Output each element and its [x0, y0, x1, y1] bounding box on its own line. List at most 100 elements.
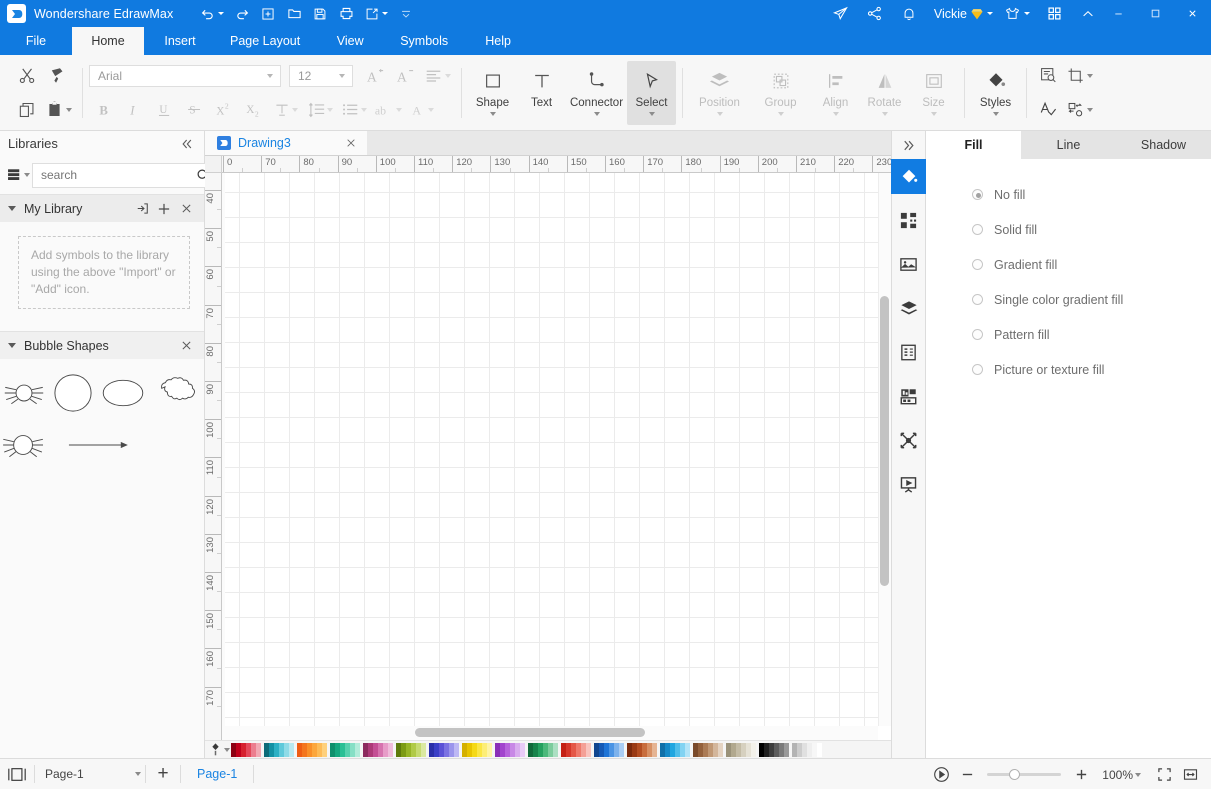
strikethrough-button[interactable]: S	[179, 96, 209, 124]
tab-shadow[interactable]: Shadow	[1116, 131, 1211, 159]
document-tab-drawing3[interactable]: Drawing3	[205, 131, 367, 155]
underline-button[interactable]: U	[149, 96, 179, 124]
decrease-font-size-button[interactable]: A	[391, 62, 421, 90]
group-tool[interactable]: Group	[750, 61, 811, 125]
bullet-list-button[interactable]	[337, 96, 371, 124]
import-symbols-button[interactable]	[131, 198, 153, 220]
zoom-slider-handle[interactable]	[1009, 769, 1021, 780]
fill-option-single-color-gradient-fill[interactable]: Single color gradient fill	[972, 282, 1211, 317]
increase-font-size-button[interactable]: A	[361, 62, 391, 90]
new-button[interactable]	[255, 3, 281, 25]
share-nodes-icon[interactable]	[858, 0, 892, 27]
select-tool[interactable]: Select	[627, 60, 676, 125]
radio-button[interactable]	[972, 259, 983, 270]
fill-option-no-fill[interactable]: No fill	[972, 177, 1211, 212]
canvas-grid[interactable]	[222, 173, 891, 726]
position-tool[interactable]: Position	[689, 61, 750, 125]
grid-apps-icon[interactable]	[1037, 0, 1071, 27]
theme-menu[interactable]	[997, 0, 1037, 27]
menu-tab-page-layout[interactable]: Page Layout	[216, 27, 314, 55]
crop-button[interactable]	[1063, 62, 1097, 90]
close-tab-button[interactable]	[343, 135, 359, 151]
connector-tool[interactable]: Connector	[566, 61, 627, 125]
menu-tab-help[interactable]: Help	[462, 27, 534, 55]
fill-option-pattern-fill[interactable]: Pattern fill	[972, 317, 1211, 352]
color-swatch-strip[interactable]	[231, 742, 891, 757]
horizontal-scrollbar-thumb[interactable]	[415, 728, 645, 737]
shape-burst-bubble-small[interactable]	[0, 378, 48, 408]
redo-button[interactable]	[229, 3, 255, 25]
paste-button[interactable]	[42, 96, 76, 124]
menu-tab-insert[interactable]: Insert	[144, 27, 216, 55]
bold-button[interactable]: B	[89, 96, 119, 124]
page-tab-page-1[interactable]: Page-1	[181, 759, 253, 789]
ruler-corner[interactable]	[205, 156, 222, 173]
text-case-button[interactable]: ab	[371, 96, 405, 124]
shape-burst-bubble-large[interactable]	[0, 429, 48, 461]
rail-presentation[interactable]	[891, 467, 926, 502]
close-library-button[interactable]	[175, 335, 197, 357]
customize-qat-button[interactable]	[393, 3, 419, 25]
text-vertical-align-button[interactable]	[269, 96, 303, 124]
rail-layers[interactable]	[891, 291, 926, 326]
color-dropper-icon[interactable]	[207, 741, 231, 759]
rail-quick-shapes[interactable]	[891, 203, 926, 238]
open-button[interactable]	[281, 3, 307, 25]
line-spacing-button[interactable]	[303, 96, 337, 124]
spell-check-button[interactable]	[1033, 96, 1063, 124]
library-section-bubble-shapes[interactable]: Bubble Shapes	[0, 331, 204, 359]
menu-tab-home[interactable]: Home	[72, 27, 144, 55]
user-menu[interactable]: Vickie	[926, 7, 997, 21]
library-section-my-library[interactable]: My Library	[0, 194, 204, 222]
tab-line[interactable]: Line	[1021, 131, 1116, 159]
search-input[interactable]	[41, 168, 196, 182]
chevron-down-icon[interactable]	[1135, 772, 1141, 777]
styles-tool[interactable]: Styles	[971, 61, 1020, 125]
menu-tab-view[interactable]: View	[314, 27, 386, 55]
shape-circle[interactable]	[48, 373, 98, 413]
replace-shape-button[interactable]	[1063, 96, 1097, 124]
size-tool[interactable]: Size	[909, 61, 958, 125]
font-size-combo[interactable]: 12	[289, 64, 353, 87]
horizontal-ruler[interactable]: 0 70 80 90 100 110 120 130 140 150 160 170 180 190 200…	[222, 156, 891, 173]
zoom-out-button[interactable]	[954, 759, 980, 789]
align-tool[interactable]: Align	[811, 61, 860, 125]
subscript-button[interactable]: X2	[239, 96, 269, 124]
italic-button[interactable]: I	[119, 96, 149, 124]
chevron-down-icon[interactable]	[334, 66, 350, 86]
drawing-canvas[interactable]: 0 70 80 90 100 110 120 130 140 150 160 170 180 190 200…	[205, 156, 891, 740]
zoom-slider[interactable]	[987, 769, 1062, 780]
fill-option-picture-or-texture-fill[interactable]: Picture or texture fill	[972, 352, 1211, 387]
panel-layout-icon[interactable]	[0, 759, 34, 789]
vertical-scrollbar-thumb[interactable]	[880, 296, 889, 586]
library-drawer-icon[interactable]	[6, 163, 30, 187]
vertical-ruler[interactable]: 40 50 60 70 80 90 100 110 120 130 140 150 160 170	[205, 173, 222, 740]
rail-connector-style[interactable]	[891, 423, 926, 458]
close-button[interactable]	[1174, 0, 1211, 27]
shape-tool[interactable]: Shape	[468, 61, 517, 125]
rail-page-setup[interactable]	[891, 335, 926, 370]
minimize-button[interactable]	[1100, 0, 1137, 27]
cut-button[interactable]	[12, 62, 42, 90]
expand-panel-button[interactable]	[892, 131, 925, 159]
bell-icon[interactable]	[892, 0, 926, 27]
play-circle-icon[interactable]	[928, 759, 954, 789]
fit-page-icon[interactable]	[1151, 759, 1177, 789]
font-color-button[interactable]: A	[405, 96, 439, 124]
rail-fill-style[interactable]	[891, 159, 926, 194]
paragraph-align-button[interactable]	[421, 62, 455, 90]
search-box[interactable]	[32, 162, 216, 188]
page-selector[interactable]: Page-1	[35, 762, 145, 786]
find-replace-button[interactable]	[1033, 62, 1063, 90]
radio-button[interactable]	[972, 294, 983, 305]
add-page-button[interactable]: +	[146, 759, 180, 789]
rail-picture[interactable]	[891, 247, 926, 282]
copy-button[interactable]	[12, 96, 42, 124]
shape-arrow-line[interactable]	[48, 438, 150, 452]
fit-width-icon[interactable]	[1177, 759, 1203, 789]
color-swatch[interactable]	[817, 742, 822, 757]
chevron-down-icon[interactable]	[262, 66, 278, 86]
undo-button[interactable]	[195, 3, 229, 25]
paper-plane-icon[interactable]	[824, 0, 858, 27]
shape-ellipse[interactable]	[98, 377, 148, 409]
